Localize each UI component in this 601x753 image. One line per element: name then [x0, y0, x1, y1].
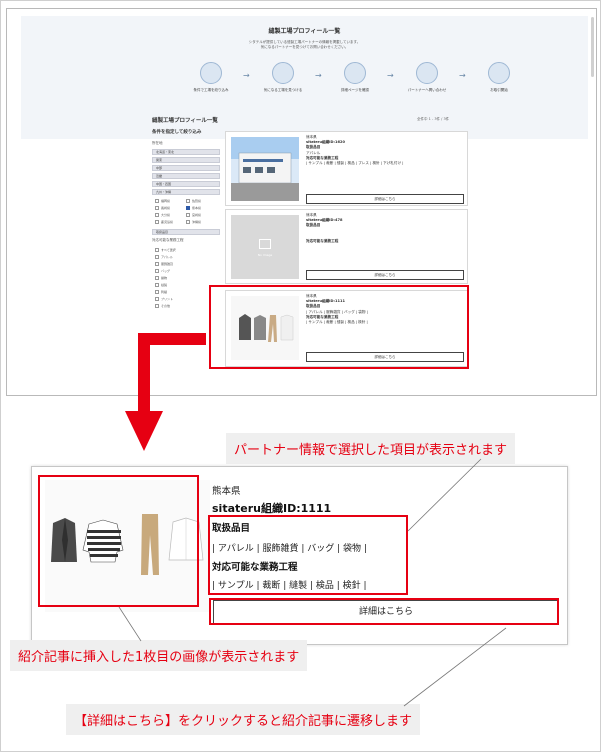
- connector-line: [403, 627, 507, 707]
- connector-line: [118, 606, 142, 642]
- connector-line: [407, 458, 482, 532]
- guide-canvas: 縫製工場プロフィール一覧 シタテルが提供している縫製工場パートナーの情報を掲載し…: [0, 0, 601, 752]
- connector-lines: [118, 458, 507, 707]
